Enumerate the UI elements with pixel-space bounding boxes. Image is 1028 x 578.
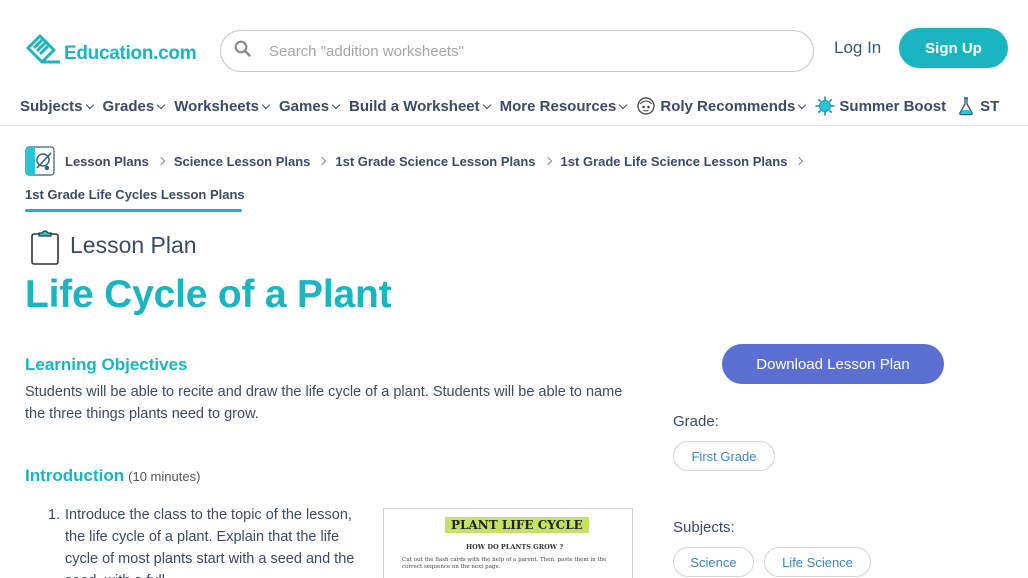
content-type-label: Lesson Plan [70, 232, 197, 258]
education-logo-icon [26, 34, 60, 64]
nav-grades[interactable]: Grades [102, 97, 166, 115]
roly-icon [637, 97, 656, 115]
signup-button[interactable]: Sign Up [899, 28, 1008, 68]
subject-tag-science[interactable]: Science [673, 547, 754, 577]
nav-worksheets[interactable]: Worksheets [174, 97, 271, 115]
flask-icon [959, 97, 973, 116]
nav-stem[interactable]: ST [956, 96, 999, 116]
chevron-down-icon [85, 100, 94, 109]
learning-objectives-heading: Learning Objectives [25, 355, 188, 374]
chevron-right-icon [156, 156, 166, 166]
learning-objectives-text: Students will be able to recite and draw… [25, 384, 623, 422]
nav-build-worksheet[interactable]: Build a Worksheet [349, 97, 491, 115]
chevron-down-icon [619, 100, 628, 109]
nav-label: Roly Recommends [660, 97, 796, 115]
nav-subjects[interactable]: Subjects [20, 97, 94, 115]
list-item: Introduce the class to the topic of the … [65, 507, 355, 578]
worksheet-preview-heading: PLANT LIFE CYCLE [445, 517, 589, 533]
page-title: Life Cycle of a Plant [25, 273, 392, 316]
nav-summer-boost[interactable]: Summer Boost [815, 96, 946, 116]
logo-text: Education.com [64, 43, 197, 64]
subjects-label: Subjects: [673, 519, 735, 536]
login-link[interactable]: Log In [834, 38, 881, 58]
chevron-right-icon [795, 156, 804, 166]
breadcrumb-current-underline [25, 209, 242, 212]
chevron-down-icon [482, 100, 491, 109]
chevron-down-icon [261, 100, 271, 109]
chevron-down-icon [798, 100, 807, 109]
introduction-step-list: 1. Introduce the class to the topic of t… [48, 504, 368, 578]
chevron-right-icon [543, 156, 552, 166]
introduction-duration: (10 minutes) [128, 469, 201, 484]
nav-roly-recommends[interactable]: Roly Recommends [636, 96, 807, 116]
grade-label: Grade: [673, 413, 719, 430]
breadcrumb-item[interactable]: 1st Grade Life Science Lesson Plans [561, 154, 788, 169]
breadcrumb-current[interactable]: 1st Grade Life Cycles Lesson Plans [25, 187, 245, 202]
worksheet-preview-body: Cut out the flash cards with the help of… [402, 557, 607, 570]
search-bar [220, 30, 814, 72]
search-input[interactable] [269, 42, 789, 60]
nav-games[interactable]: Games [279, 97, 341, 115]
clipboard-icon [31, 230, 59, 265]
nav-label: Build a Worksheet [349, 97, 480, 115]
search-icon[interactable] [221, 40, 261, 62]
nav-more-resources[interactable]: More Resources [499, 97, 628, 115]
introduction-heading: Introduction (10 minutes) [25, 466, 200, 486]
introduction-heading-text: Introduction [25, 466, 125, 485]
nav-label: Summer Boost [839, 97, 947, 115]
breadcrumb-item[interactable]: 1st Grade Science Lesson Plans [335, 154, 535, 169]
nav-label: Worksheets [174, 97, 259, 115]
sun-icon [815, 96, 835, 116]
chevron-down-icon [156, 100, 166, 109]
subject-tag-life-science[interactable]: Life Science [764, 547, 871, 577]
lesson-plans-icon [25, 146, 55, 176]
chevron-down-icon [331, 100, 341, 109]
worksheet-preview-thumbnail[interactable]: PLANT LIFE CYCLE HOW DO PLANTS GROW ? Cu… [383, 508, 633, 578]
chevron-right-icon [318, 156, 327, 166]
worksheet-preview-subheading: HOW DO PLANTS GROW ? [466, 543, 564, 551]
breadcrumb: Lesson Plans Science Lesson Plans 1st Gr… [25, 146, 812, 176]
nav-label: Subjects [20, 97, 83, 115]
nav-divider [0, 125, 1028, 126]
nav-label: Games [279, 97, 330, 115]
breadcrumb-item[interactable]: Science Lesson Plans [174, 154, 311, 169]
grade-tag[interactable]: First Grade [673, 441, 775, 471]
nav-label: Grades [102, 97, 155, 115]
main-nav: Subjects Grades Worksheets Games Build a… [20, 95, 1009, 117]
site-logo[interactable]: Education.com [24, 28, 197, 66]
download-lesson-plan-button[interactable]: Download Lesson Plan [722, 344, 944, 384]
breadcrumb-item[interactable]: Lesson Plans [65, 154, 149, 169]
nav-label: More Resources [499, 97, 617, 115]
nav-label: ST [980, 97, 1000, 115]
list-item-number: 1. [48, 507, 61, 523]
